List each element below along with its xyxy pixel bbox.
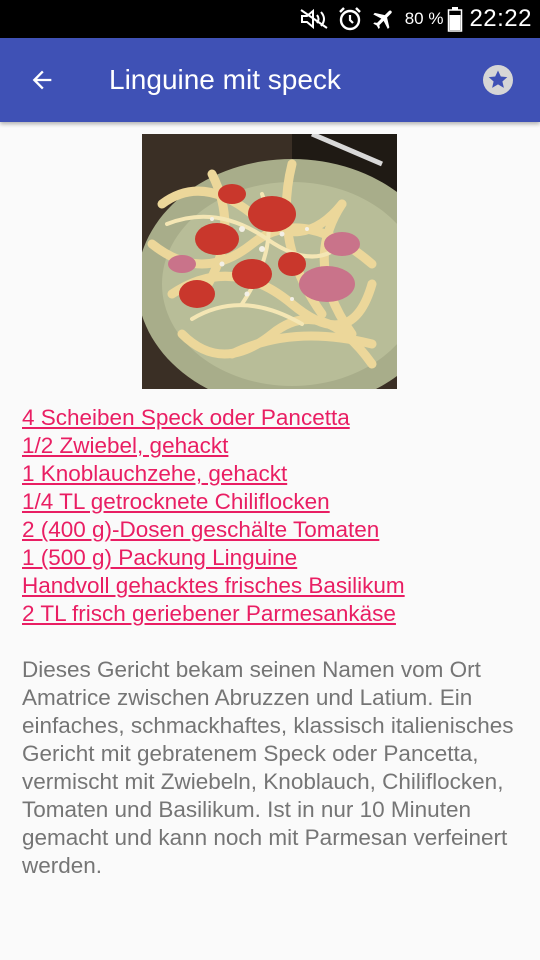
ingredient-link[interactable]: 4 Scheiben Speck oder Pancetta — [22, 405, 350, 430]
favorite-button[interactable] — [478, 60, 518, 100]
ingredient-link[interactable]: 1/4 TL getrocknete Chiliflocken — [22, 489, 330, 514]
battery-percent: 80 % — [404, 9, 444, 28]
mute-icon — [299, 8, 329, 30]
ingredient-item: 1/2 Zwiebel, gehackt — [22, 432, 522, 460]
ingredient-item: 1 (500 g) Packung Linguine — [22, 544, 522, 572]
ingredient-item: 2 (400 g)-Dosen geschälte Tomaten — [22, 516, 522, 544]
back-button[interactable] — [20, 58, 64, 102]
ingredient-link[interactable]: 2 TL frisch geriebener Parmesankäse — [22, 601, 396, 626]
recipe-image — [142, 134, 397, 389]
page-title: Linguine mit speck — [109, 64, 341, 95]
ingredient-item: 1/4 TL getrocknete Chiliflocken — [22, 488, 522, 516]
battery-icon — [447, 6, 463, 32]
recipe-description: Dieses Gericht bekam seinen Namen vom Or… — [22, 657, 514, 878]
ingredient-item: 2 TL frisch geriebener Parmesankäse — [22, 600, 522, 628]
ingredients-list: 4 Scheiben Speck oder Pancetta 1/2 Zwieb… — [22, 404, 522, 628]
alarm-icon — [337, 6, 363, 32]
star-icon — [483, 65, 513, 95]
arrow-back-icon — [32, 70, 52, 90]
ingredient-link[interactable]: 2 (400 g)-Dosen geschälte Tomaten — [22, 517, 379, 542]
ingredient-link[interactable]: Handvoll gehacktes frisches Basilikum — [22, 573, 405, 598]
ingredient-link[interactable]: 1 (500 g) Packung Linguine — [22, 545, 297, 570]
ingredient-item: Handvoll gehacktes frisches Basilikum — [22, 572, 522, 600]
app-bar: Linguine mit speck — [0, 38, 540, 122]
status-bar: 80 % 22:22 — [0, 0, 540, 38]
ingredient-item: 4 Scheiben Speck oder Pancetta — [22, 404, 522, 432]
ingredient-link[interactable]: 1 Knoblauchzehe, gehackt — [22, 461, 287, 486]
ingredient-link[interactable]: 1/2 Zwiebel, gehackt — [22, 433, 228, 458]
airplane-mode-icon — [371, 6, 397, 32]
ingredient-item: 1 Knoblauchzehe, gehackt — [22, 460, 522, 488]
clock: 22:22 — [469, 5, 532, 32]
